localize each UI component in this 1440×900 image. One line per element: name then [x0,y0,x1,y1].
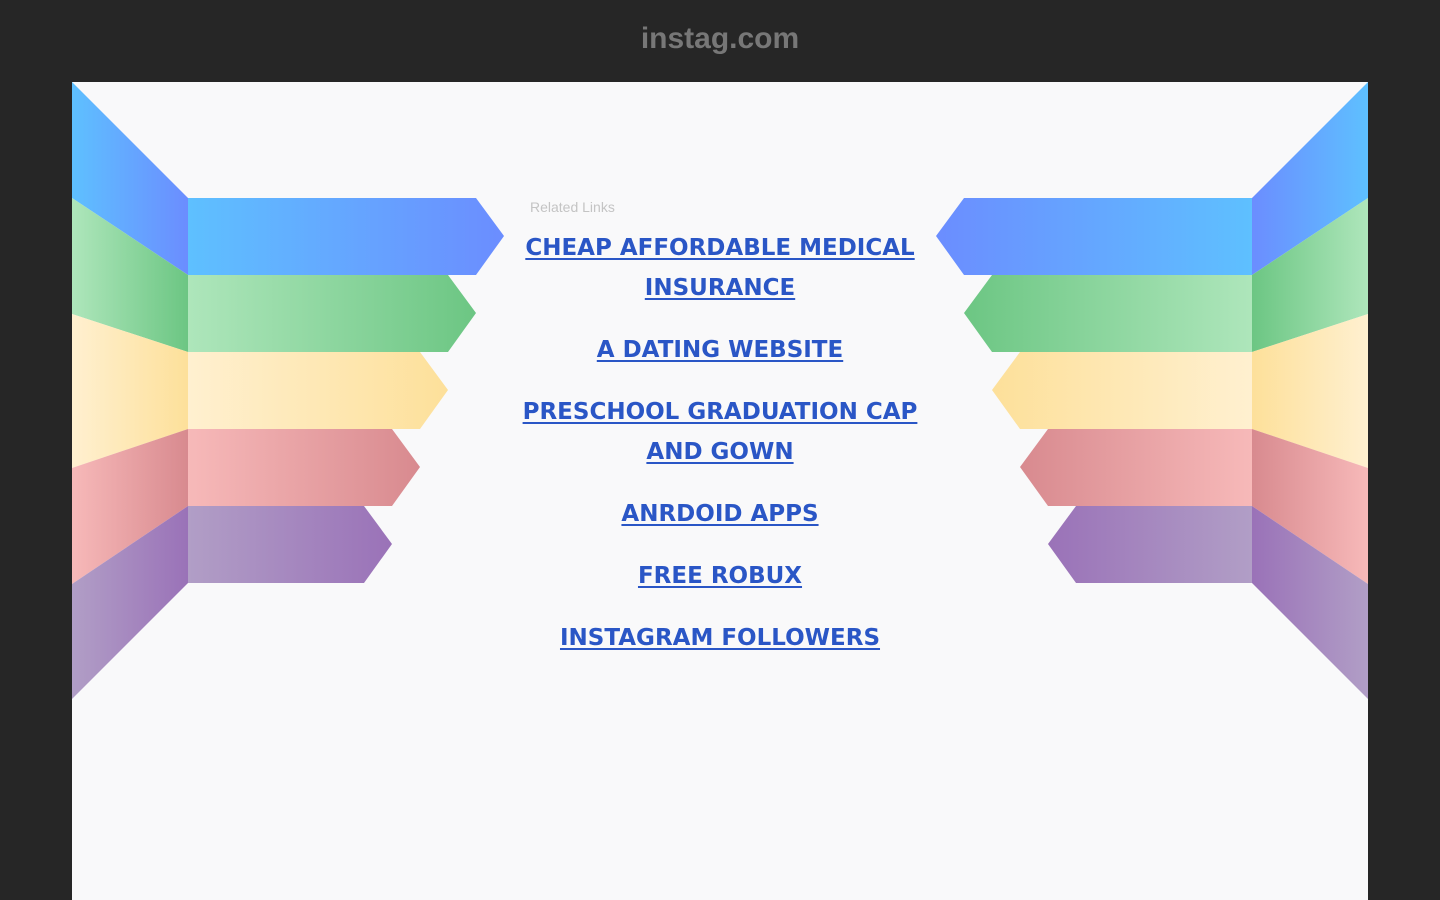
link-cheap-affordable-medical-insurance[interactable]: CHEAP AFFORDABLE MEDICAL INSURANCE [525,235,914,301]
ribbon-right-yellow [992,352,1252,429]
list-item: INSTAGRAM FOLLOWERS [522,618,918,658]
list-item: PRESCHOOL GRADUATION CAP AND GOWN [522,392,918,472]
ribbon-left-green [188,275,476,352]
ribbon-left-red [188,429,420,506]
main-panel: Related Links CHEAP AFFORDABLE MEDICAL I… [72,82,1368,900]
link-anrdoid-apps[interactable]: ANRDOID APPS [621,501,818,527]
ribbon-left-purple [188,506,392,583]
link-instagram-followers[interactable]: INSTAGRAM FOLLOWERS [560,625,880,651]
top-bar: instag.com [0,0,1440,82]
related-links-label: Related Links [530,199,615,215]
ribbon-left-yellow [188,352,448,429]
link-preschool-graduation-cap-and-gown[interactable]: PRESCHOOL GRADUATION CAP AND GOWN [523,399,918,465]
list-item: CHEAP AFFORDABLE MEDICAL INSURANCE [522,228,918,308]
ribbon-left-blue [188,198,504,275]
list-item: A DATING WEBSITE [522,330,918,370]
ribbon-right-purple [1048,506,1252,583]
link-free-robux[interactable]: FREE ROBUX [638,563,802,589]
list-item: FREE ROBUX [522,556,918,596]
ribbon-right-green [964,275,1252,352]
ribbon-right-red [1020,429,1252,506]
related-links-list: CHEAP AFFORDABLE MEDICAL INSURANCE A DAT… [522,228,918,680]
site-title: instag.com [640,22,800,55]
link-a-dating-website[interactable]: A DATING WEBSITE [597,337,843,363]
ribbon-right-blue [936,198,1252,275]
list-item: ANRDOID APPS [522,494,918,534]
